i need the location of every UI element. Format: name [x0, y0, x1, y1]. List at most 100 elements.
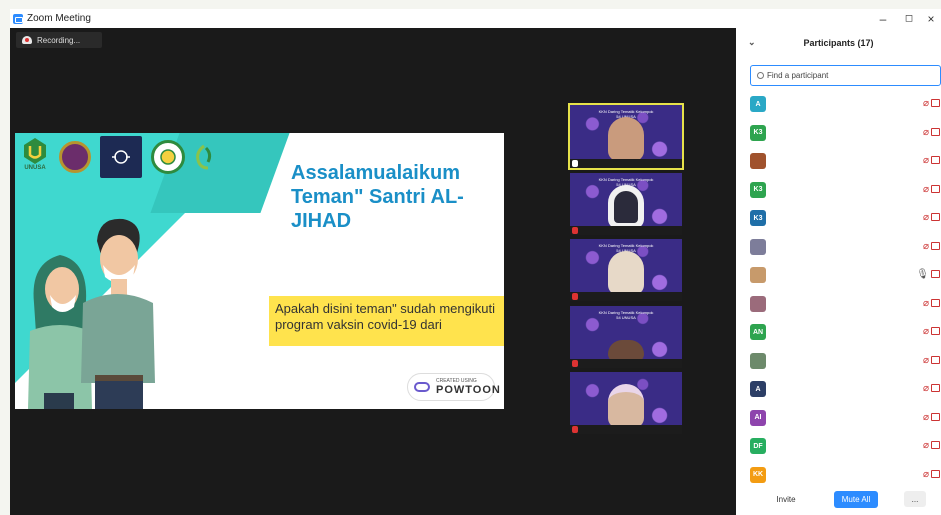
video-tile[interactable]: KKN Daring Tematik Kelompok 54 UNUSA [570, 306, 682, 368]
participant-row[interactable]: K3 ⌀ [750, 204, 941, 233]
slide-title: Assalamualaikum Teman" Santri AL-JIHAD [291, 162, 464, 232]
powtoon-badge: CREATED USING POWTOON [407, 373, 501, 401]
participant-avatar [750, 267, 766, 284]
participant-avatar: K3 [750, 210, 766, 227]
participant-list: A ⌀ K3 ⌀ ⌀ K3 ⌀ K3 ⌀ ⌀ 🎙 ⌀ AN ⌀ ⌀ A ⌀ AI ⌀ DF ⌀ KK ⌀ [750, 90, 941, 489]
camera-off-icon[interactable] [931, 99, 940, 107]
mic-muted-icon[interactable]: ⌀ [923, 469, 929, 480]
participant-avatar [750, 238, 766, 255]
camera-off-icon[interactable] [931, 184, 940, 193]
camera-off-icon[interactable] [931, 441, 940, 449]
emblem-logo-3 [151, 140, 185, 174]
video-tile[interactable]: KKN Daring Tematik Kelompok 54 UNUSA [570, 239, 682, 301]
camera-off-icon[interactable] [931, 327, 940, 335]
participants-footer: Invite Mute All ... [736, 489, 941, 511]
participant-row[interactable]: K3 ⌀ [750, 176, 941, 205]
window-title: Zoom Meeting [27, 13, 91, 24]
mic-muted-icon[interactable]: ⌀ [923, 98, 929, 109]
participant-row[interactable]: ⌀ [750, 147, 941, 176]
participant-video [608, 117, 644, 161]
participant-video [608, 384, 644, 428]
participants-panel: ⌄ Participants (17) Find a participant A… [736, 28, 941, 515]
video-tile[interactable] [570, 372, 682, 434]
zoom-logo-icon [13, 13, 23, 24]
powtoon-big-text: POWTOON [436, 384, 501, 396]
participant-avatar: K3 [750, 124, 766, 141]
emblem-logo-2 [100, 136, 142, 178]
participant-video [608, 185, 644, 229]
close-button[interactable]: × [918, 9, 941, 28]
title-bar: Zoom Meeting – ◻ × [10, 9, 941, 28]
participant-avatar [750, 295, 766, 312]
mic-muted-icon[interactable]: ⌀ [923, 440, 929, 451]
powtoon-logo-icon [414, 382, 430, 392]
camera-off-icon[interactable] [931, 469, 940, 478]
mic-muted-icon [572, 360, 578, 367]
camera-off-icon[interactable] [931, 355, 940, 364]
camera-off-icon[interactable] [931, 241, 940, 250]
participant-avatar: KK [750, 466, 766, 483]
mic-muted-icon[interactable]: ⌀ [923, 155, 929, 166]
mic-icon [572, 160, 578, 167]
mic-muted-icon[interactable]: ⌀ [923, 298, 929, 309]
mute-all-button[interactable]: Mute All [834, 491, 878, 508]
mic-muted-icon[interactable]: ⌀ [923, 412, 929, 423]
participant-row[interactable]: A ⌀ [750, 90, 941, 119]
mic-muted-icon [572, 426, 578, 433]
recording-label: Recording... [37, 35, 81, 45]
video-tile[interactable]: KKN Daring Tematik Kelompok 54 UNUSA [570, 173, 682, 235]
participant-row[interactable]: A ⌀ [750, 375, 941, 404]
participant-row[interactable]: AN ⌀ [750, 318, 941, 347]
invite-button[interactable]: Invite [764, 491, 808, 507]
mic-muted-icon[interactable]: ⌀ [923, 212, 929, 223]
camera-off-icon[interactable] [931, 384, 940, 392]
mic-muted-icon[interactable]: ⌀ [923, 355, 929, 366]
search-icon [757, 72, 764, 79]
participant-avatar: AI [750, 409, 766, 426]
camera-off-icon[interactable] [931, 298, 940, 307]
participant-row[interactable]: KK ⌀ [750, 461, 941, 490]
camera-off-icon[interactable] [931, 127, 940, 136]
participant-row[interactable]: DF ⌀ [750, 432, 941, 461]
emblem-logo-4 [194, 141, 244, 173]
mic-muted-icon[interactable]: ⌀ [923, 383, 929, 394]
more-button[interactable]: ... [904, 491, 926, 507]
minimize-button[interactable]: – [870, 9, 896, 28]
video-tile[interactable]: KKN Daring Tematik Kelompok 54 UNUSA [568, 103, 684, 170]
participant-search[interactable]: Find a participant [750, 65, 941, 86]
camera-off-icon[interactable] [931, 156, 940, 164]
shared-slide: UNUSA Assalamualaikum Teman" Santri AL-J… [15, 133, 504, 409]
mic-icon[interactable]: 🎙 [916, 269, 929, 280]
camera-off-icon[interactable] [931, 270, 940, 278]
participant-row[interactable]: K3 ⌀ [750, 119, 941, 148]
slide-question: Apakah disini teman" sudah mengikuti pro… [269, 296, 504, 346]
mic-muted-icon[interactable]: ⌀ [923, 184, 929, 195]
mic-muted-icon[interactable]: ⌀ [923, 326, 929, 337]
participant-avatar [750, 153, 766, 170]
unusa-logo-text: UNUSA [24, 165, 46, 171]
search-input[interactable]: Find a participant [767, 71, 828, 80]
participants-header: ⌄ Participants (17) [736, 28, 941, 58]
participant-row[interactable]: AI ⌀ [750, 404, 941, 433]
participant-avatar: A [750, 96, 766, 113]
camera-off-icon[interactable] [931, 412, 940, 421]
mic-muted-icon[interactable]: ⌀ [923, 241, 929, 252]
participant-avatar: A [750, 381, 766, 398]
zoom-window: Zoom Meeting – ◻ × Recording... UNUSA As… [0, 0, 941, 515]
participants-title: Participants (17) [803, 38, 874, 48]
participant-row[interactable]: 🎙 [750, 261, 941, 290]
recording-indicator[interactable]: Recording... [16, 32, 102, 48]
participant-avatar: AN [750, 324, 766, 341]
participant-row[interactable]: ⌀ [750, 347, 941, 376]
participant-row[interactable]: ⌀ [750, 233, 941, 262]
tile-banner: KKN Daring Tematik Kelompok 54 UNUSA [598, 310, 654, 320]
mic-muted-icon[interactable]: ⌀ [923, 127, 929, 138]
man-illustration [81, 218, 155, 409]
camera-off-icon[interactable] [931, 213, 940, 221]
cloud-record-icon [22, 36, 32, 44]
participant-row[interactable]: ⌀ [750, 290, 941, 319]
participant-avatar [750, 352, 766, 369]
emblem-logo-1 [59, 141, 91, 173]
chevron-down-icon[interactable]: ⌄ [748, 37, 756, 48]
participant-video [608, 251, 644, 295]
